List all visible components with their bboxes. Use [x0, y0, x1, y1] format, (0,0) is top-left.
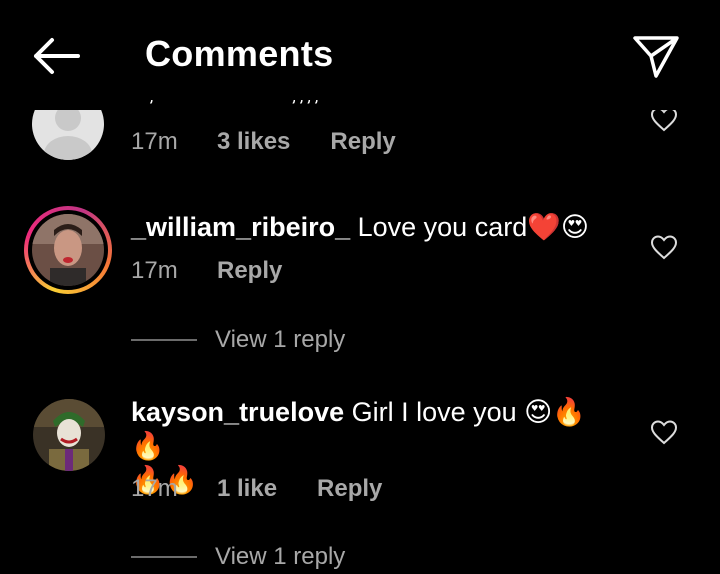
reply-button[interactable]: Reply: [317, 475, 382, 503]
page-title: Comments: [145, 33, 334, 74]
comment-time: 17m: [131, 475, 178, 502]
heart-outline-icon[interactable]: [650, 419, 678, 445]
comment-likes[interactable]: 1 like: [217, 475, 277, 503]
view-replies-button[interactable]: View 1 reply: [131, 543, 345, 571]
profile-photo: [33, 399, 105, 471]
top-bar: Comments , ,,,,: [0, 0, 720, 110]
comment-text: Girl I love you: [344, 397, 525, 427]
divider-line: [131, 339, 197, 341]
comments-screen: 17m 3 likes Reply Comments , ,,,,: [0, 0, 720, 574]
divider-line: [131, 556, 197, 558]
comment-time: 17m: [131, 128, 178, 155]
view-replies-label: View 1 reply: [215, 543, 346, 570]
comment-text: Love you card: [350, 212, 528, 242]
comment-meta: 17m 1 like Reply: [131, 475, 382, 503]
reply-button[interactable]: Reply: [330, 128, 395, 156]
arrow-left-icon: [34, 38, 80, 74]
back-button[interactable]: [28, 34, 82, 78]
profile-photo: [32, 214, 104, 286]
share-button[interactable]: [630, 32, 682, 80]
view-replies-button[interactable]: View 1 reply: [131, 326, 345, 354]
comment-meta: 17m 3 likes Reply: [131, 128, 396, 156]
avatar: [32, 214, 104, 286]
comment-emojis: ❤️😍: [527, 212, 589, 242]
heart-outline-icon[interactable]: [650, 234, 678, 260]
comment-username[interactable]: kayson_truelove: [131, 397, 344, 427]
comment-body: _william_ribeiro_ Love you card❤️😍: [131, 210, 589, 244]
view-replies-label: View 1 reply: [215, 326, 346, 353]
scrolled-text-remnant: , ,,,,: [140, 100, 340, 110]
comment-time: 17m: [131, 257, 178, 284]
comment-meta: 17m Reply: [131, 257, 282, 285]
reply-button[interactable]: Reply: [217, 257, 282, 285]
story-ring[interactable]: [24, 206, 112, 294]
comment-likes[interactable]: 3 likes: [217, 128, 290, 156]
avatar[interactable]: [33, 399, 105, 471]
comment-username[interactable]: _william_ribeiro_: [131, 212, 350, 242]
paper-plane-icon: [633, 36, 679, 78]
